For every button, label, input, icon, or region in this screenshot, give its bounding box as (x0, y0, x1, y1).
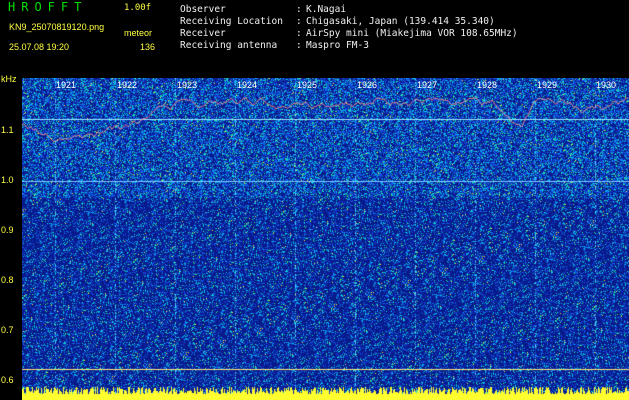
time-label: 1924 (237, 80, 258, 90)
time-label: 1922 (117, 80, 138, 90)
app-title: HROFFT (8, 0, 88, 14)
y-tick-label: 0.8 (1, 275, 14, 285)
timestamp-label: 25.07.08 19:20 (9, 42, 70, 52)
colon: : (296, 28, 302, 39)
colon: : (296, 16, 302, 27)
y-tick-label: 1.1 (1, 125, 14, 135)
y-tick-label: 0.7 (1, 325, 14, 335)
colon: : (296, 40, 302, 51)
time-label: 1928 (477, 80, 498, 90)
mode-label: meteor (124, 28, 153, 38)
filename-label: KN9_25070819120.png (9, 22, 105, 32)
location-label: Receiving Location (180, 16, 283, 27)
antenna-value: Maspro FM-3 (306, 40, 369, 51)
receiver-value: AirSpy mini (Miakejima VOR 108.65MHz) (306, 28, 518, 39)
version-label: 1.00f (124, 3, 152, 13)
observer-label: Observer (180, 4, 226, 15)
time-label: 1925 (297, 80, 318, 90)
spectrogram-canvas (22, 78, 629, 400)
colon: : (296, 4, 302, 15)
time-label: 1927 (417, 80, 438, 90)
receiver-label: Receiver (180, 28, 226, 39)
y-tick-label: 0.6 (1, 375, 14, 385)
time-label: 1926 (357, 80, 378, 90)
time-label: 1923 (177, 80, 198, 90)
y-tick-label: 0.9 (1, 225, 14, 235)
y-tick-label: 1.0 (1, 175, 14, 185)
meteor-count: 136 (140, 42, 156, 52)
time-label: 1929 (537, 80, 558, 90)
time-label: 1930 (596, 80, 617, 90)
y-axis-unit: kHz (1, 74, 17, 84)
time-label: 1921 (56, 80, 77, 90)
antenna-label: Receiving antenna (180, 40, 278, 51)
location-value: Chigasaki, Japan (139.414 35.340) (306, 16, 495, 27)
observer-value: K.Nagai (306, 4, 347, 15)
